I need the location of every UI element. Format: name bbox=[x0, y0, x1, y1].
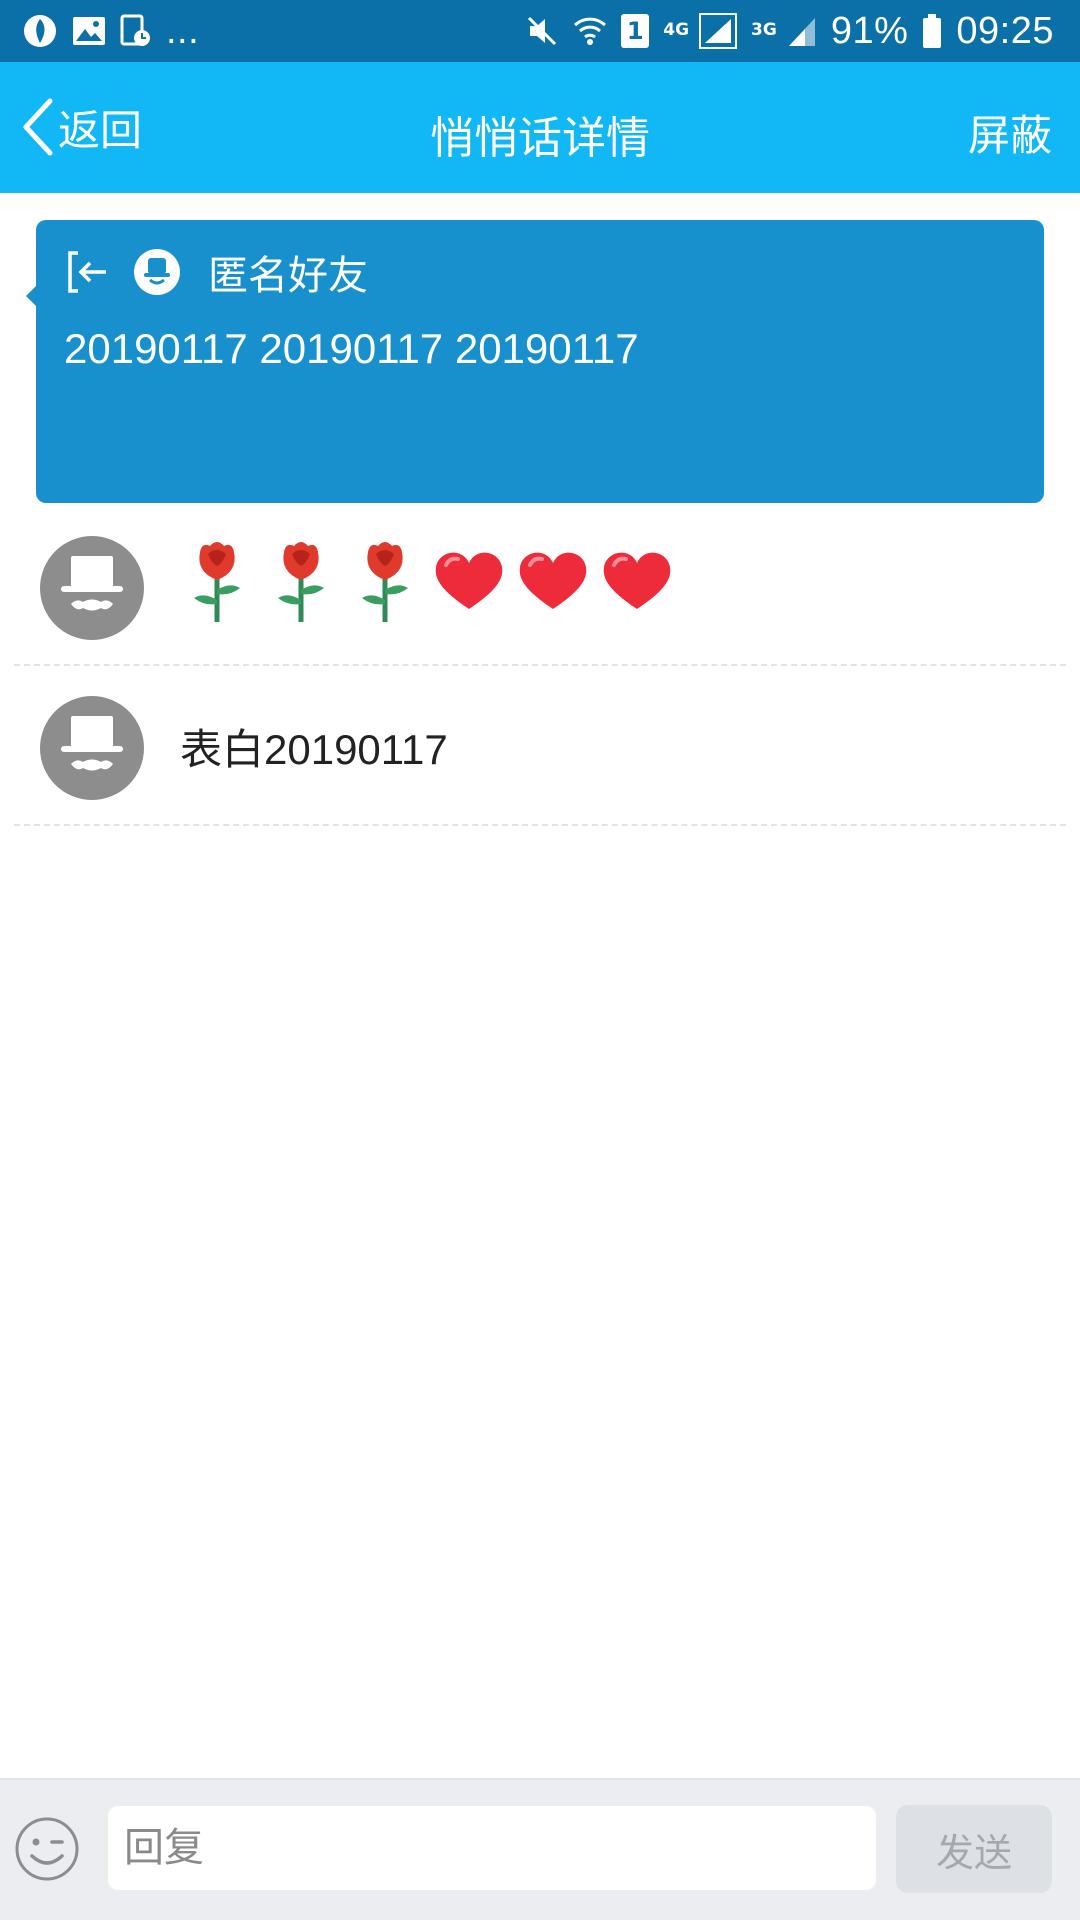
status-bar: ... 1 4G 3G 91% 09:25 bbox=[0, 0, 1080, 62]
mute-icon bbox=[525, 14, 559, 48]
rose-icon bbox=[264, 538, 338, 634]
battery-percent: 91% bbox=[830, 9, 909, 52]
page-title: 悄悄话详情 bbox=[430, 113, 650, 164]
reply-text: 表白20190117 bbox=[180, 725, 448, 773]
reply-item bbox=[14, 506, 1066, 666]
emoji-row bbox=[180, 538, 674, 634]
battery-icon bbox=[922, 14, 942, 48]
anonymous-avatar-icon bbox=[134, 249, 180, 295]
message-text: 20190117 20190117 20190117 bbox=[64, 325, 639, 372]
wifi-icon bbox=[573, 15, 607, 47]
nav-bar: 返回 悄悄话详情 屏蔽 bbox=[0, 62, 1080, 193]
reply-content bbox=[180, 506, 674, 666]
sender-name: 匿名好友 bbox=[208, 253, 368, 299]
heart-icon bbox=[432, 549, 506, 623]
signal-icon bbox=[699, 13, 738, 49]
app-notification-icon bbox=[22, 13, 58, 49]
message-header: 匿名好友 bbox=[64, 244, 368, 300]
signal-icon bbox=[787, 14, 817, 48]
rose-icon bbox=[180, 538, 254, 634]
sim-icon: 1 bbox=[621, 14, 650, 48]
message-bubble: 匿名好友 20190117 20190117 20190117 bbox=[26, 220, 1044, 503]
exit-icon bbox=[64, 249, 110, 295]
heart-icon bbox=[516, 549, 590, 623]
screenshot-icon bbox=[120, 14, 152, 48]
rose-icon bbox=[348, 538, 422, 634]
anonymous-avatar-icon bbox=[61, 716, 123, 771]
block-button[interactable]: 屏蔽 bbox=[968, 102, 1052, 163]
emoji-button[interactable] bbox=[14, 1816, 80, 1882]
status-bar-right: 1 4G 3G 91% 09:25 bbox=[525, 10, 1054, 53]
clock: 09:25 bbox=[956, 9, 1054, 52]
anonymous-avatar bbox=[40, 536, 144, 640]
notification-more: ... bbox=[166, 9, 200, 52]
anonymous-avatar bbox=[40, 696, 144, 800]
network-4g-label: 4G bbox=[663, 19, 690, 40]
sim-badge: 1 bbox=[626, 17, 644, 45]
reply-composer: 发送 bbox=[0, 1778, 1080, 1920]
emoji-face-icon bbox=[15, 1817, 79, 1881]
reply-item: 表白20190117 bbox=[14, 666, 1066, 826]
send-button[interactable]: 发送 bbox=[896, 1805, 1052, 1893]
status-bar-left: ... bbox=[22, 10, 199, 53]
image-icon bbox=[72, 16, 106, 46]
anonymous-avatar-icon bbox=[61, 556, 123, 611]
heart-icon bbox=[600, 549, 674, 623]
reply-input[interactable] bbox=[108, 1806, 876, 1890]
network-3g-label: 3G bbox=[751, 19, 777, 40]
